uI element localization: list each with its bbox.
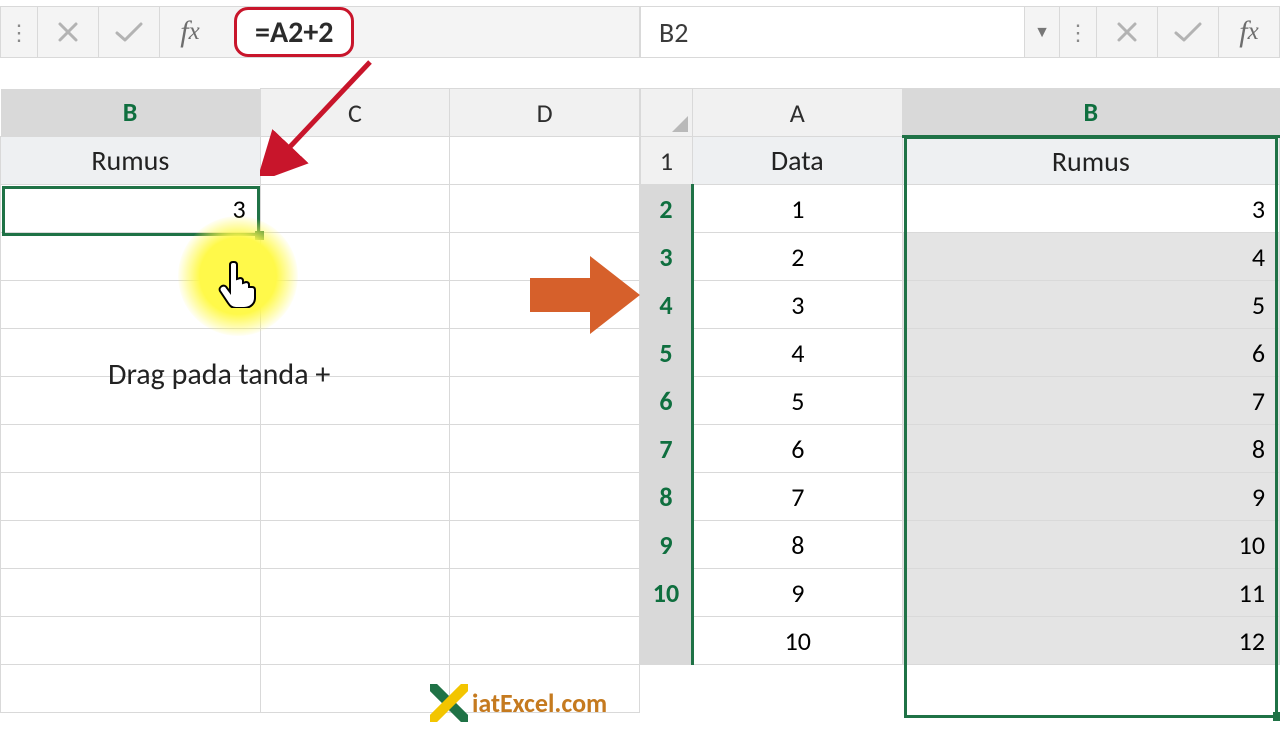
cell[interactable]	[450, 617, 640, 665]
select-all-corner[interactable]	[641, 89, 693, 137]
row-header[interactable]: 10	[641, 569, 693, 617]
x-icon	[56, 20, 80, 44]
row-header[interactable]: 2	[641, 185, 693, 233]
cancel-button[interactable]	[1097, 7, 1157, 57]
cell[interactable]: 6	[692, 425, 902, 473]
col-header-C[interactable]: C	[260, 89, 450, 137]
col-header-B[interactable]: B	[1, 89, 261, 137]
x-icon	[1115, 20, 1139, 44]
cell[interactable]	[450, 185, 640, 233]
cell[interactable]: 8	[902, 425, 1279, 473]
worksheet-right[interactable]: A B 1 Data Rumus 2 1 3 3 2 4 4 3 5 5 4 6…	[640, 88, 1280, 665]
cell[interactable]	[260, 521, 450, 569]
cell[interactable]: 12	[902, 617, 1279, 665]
cell[interactable]: 5	[902, 281, 1279, 329]
cell[interactable]	[450, 329, 640, 377]
cell[interactable]	[450, 233, 640, 281]
row-header[interactable]: 5	[641, 329, 693, 377]
cell[interactable]	[450, 521, 640, 569]
cell[interactable]	[260, 425, 450, 473]
cell[interactable]	[260, 473, 450, 521]
excel-x-icon	[430, 684, 468, 722]
cell[interactable]	[1, 665, 261, 713]
cell[interactable]: 10	[902, 521, 1279, 569]
cell[interactable]: 11	[902, 569, 1279, 617]
formula-bar-left: ⋮ fx =A2+2	[0, 6, 640, 58]
cell[interactable]: 4	[902, 233, 1279, 281]
cell[interactable]	[260, 569, 450, 617]
cell[interactable]	[1, 521, 261, 569]
row-header[interactable]: 9	[641, 521, 693, 569]
row-header[interactable]: 3	[641, 233, 693, 281]
cell-B1[interactable]: Rumus	[902, 137, 1279, 185]
cell[interactable]	[1, 425, 261, 473]
row-header[interactable]: 7	[641, 425, 693, 473]
column-header-row: B C D	[1, 89, 640, 137]
fbar-grip-icon: ⋮	[1, 7, 37, 57]
fill-handle[interactable]	[255, 231, 264, 240]
cancel-button[interactable]	[38, 7, 98, 57]
cell[interactable]	[450, 569, 640, 617]
cell[interactable]	[450, 137, 640, 185]
cell-B2[interactable]: 3	[902, 185, 1279, 233]
cell[interactable]: 7	[692, 473, 902, 521]
cell[interactable]	[450, 425, 640, 473]
namebox-dropdown[interactable]: ▼	[1025, 7, 1059, 57]
cell-B2[interactable]: 3	[1, 185, 261, 233]
row-header[interactable]: 1	[641, 137, 693, 185]
cell[interactable]	[1, 569, 261, 617]
cell[interactable]	[1, 233, 261, 281]
formula-input[interactable]: =A2+2	[234, 7, 354, 57]
col-header-B[interactable]: B	[902, 89, 1279, 137]
cell[interactable]	[260, 665, 450, 713]
fx-icon[interactable]: fx	[160, 7, 220, 57]
fx-icon[interactable]: fx	[1219, 7, 1279, 57]
cell[interactable]	[260, 281, 450, 329]
name-box[interactable]: B2	[641, 7, 1025, 57]
check-icon	[1173, 20, 1203, 44]
enter-button[interactable]	[99, 7, 159, 57]
row-header[interactable]: 8	[641, 473, 693, 521]
cell[interactable]: 9	[902, 473, 1279, 521]
cell[interactable]: 5	[692, 377, 902, 425]
cell[interactable]	[260, 233, 450, 281]
row-header[interactable]: 4	[641, 281, 693, 329]
fbar-grip-icon: ⋮	[1060, 7, 1096, 57]
cell[interactable]	[1, 281, 261, 329]
watermark-text: iatExcel.com	[472, 687, 607, 719]
col-header-A[interactable]: A	[692, 89, 902, 137]
cell-A1[interactable]: Data	[692, 137, 902, 185]
check-icon	[114, 20, 144, 44]
cell-B1[interactable]: Rumus	[1, 137, 261, 185]
column-header-row: A B	[641, 89, 1280, 137]
cell[interactable]: 1	[692, 185, 902, 233]
enter-button[interactable]	[1158, 7, 1218, 57]
cell[interactable]	[1, 617, 261, 665]
cell[interactable]	[450, 377, 640, 425]
cell[interactable]	[260, 137, 450, 185]
cell[interactable]	[450, 281, 640, 329]
cell[interactable]: 3	[692, 281, 902, 329]
cell[interactable]	[260, 185, 450, 233]
watermark: iatExcel.com	[430, 684, 607, 722]
row-header[interactable]	[641, 617, 693, 665]
cell[interactable]	[260, 617, 450, 665]
cell[interactable]	[1, 473, 261, 521]
formula-bar-right: B2 ▼ ⋮ fx	[640, 6, 1280, 58]
row-header[interactable]: 6	[641, 377, 693, 425]
cell[interactable]: 8	[692, 521, 902, 569]
cell[interactable]: 2	[692, 233, 902, 281]
cell[interactable]: 4	[692, 329, 902, 377]
cell[interactable]: 9	[692, 569, 902, 617]
col-header-D[interactable]: D	[450, 89, 640, 137]
cell[interactable]: 10	[692, 617, 902, 665]
cell[interactable]	[450, 473, 640, 521]
cell[interactable]: 7	[902, 377, 1279, 425]
worksheet-left[interactable]: B C D Rumus 3	[0, 88, 640, 713]
cell[interactable]: 6	[902, 329, 1279, 377]
drag-hint-label: Drag pada tanda +	[108, 356, 330, 393]
